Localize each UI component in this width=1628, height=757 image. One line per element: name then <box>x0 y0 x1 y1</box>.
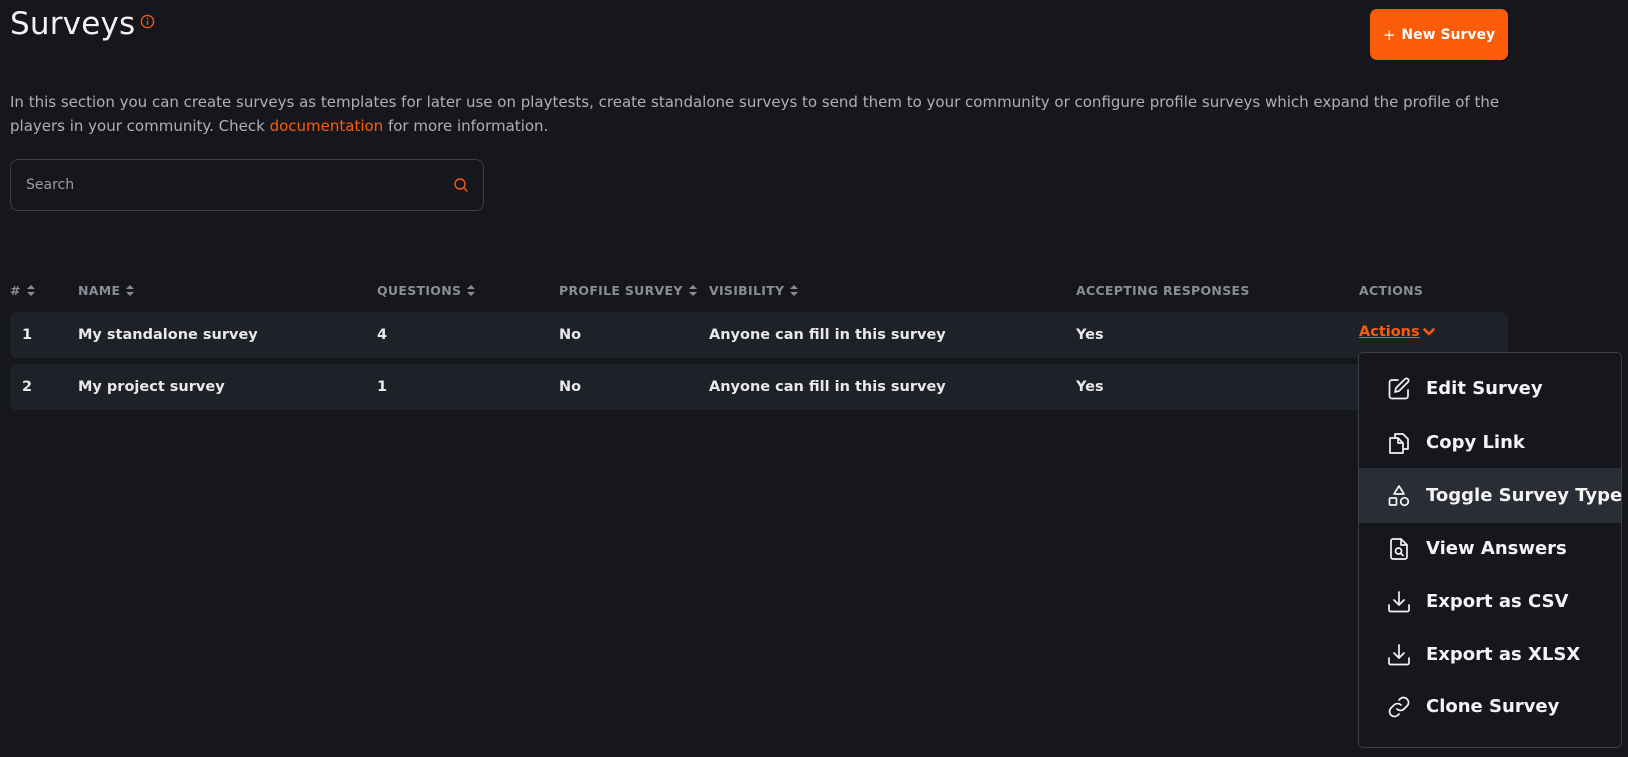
column-header-label: ACCEPTING RESPONSES <box>1076 283 1250 298</box>
sort-icon <box>790 285 799 296</box>
column-header-label: # <box>10 283 21 298</box>
column-header-label: ACTIONS <box>1359 283 1424 298</box>
menu-item-label: Toggle Survey Type <box>1426 485 1623 506</box>
download-icon <box>1388 590 1410 612</box>
menu-item-toggle-survey-type[interactable]: Toggle Survey Type <box>1359 468 1623 523</box>
column-header-label: PROFILE SURVEY <box>559 283 683 298</box>
accepting-responses-value: Yes <box>1076 327 1104 343</box>
menu-item-copy-link[interactable]: Copy Link <box>1359 415 1621 470</box>
menu-item-edit-survey[interactable]: Edit Survey <box>1359 361 1621 416</box>
profile-survey-value: No <box>559 327 582 343</box>
column-header-accepting-responses: ACCEPTING RESPONSES <box>1076 283 1250 298</box>
search-box <box>10 159 484 211</box>
column-header-name[interactable]: NAME <box>78 283 135 298</box>
sort-icon <box>688 285 697 296</box>
menu-item-label: Clone Survey <box>1426 696 1560 717</box>
survey-name[interactable]: My standalone survey <box>78 312 258 358</box>
accepting-responses-value: Yes <box>1076 379 1104 395</box>
sort-icon <box>467 285 476 296</box>
menu-item-label: Copy Link <box>1426 432 1525 453</box>
search-input[interactable] <box>11 160 431 210</box>
search-icon[interactable] <box>453 177 469 193</box>
column-header-visibility[interactable]: VISIBILITY <box>709 283 799 298</box>
menu-item-label: Export as XLSX <box>1426 644 1581 665</box>
info-icon[interactable] <box>140 14 155 29</box>
page-title: Surveys <box>10 6 136 42</box>
file-search-icon <box>1390 537 1408 560</box>
row-number: 1 <box>22 327 33 343</box>
column-header-label: QUESTIONS <box>377 283 462 298</box>
menu-item-export-csv[interactable]: Export as CSV <box>1359 574 1621 629</box>
sort-icon <box>126 285 135 296</box>
menu-item-label: View Answers <box>1426 538 1567 559</box>
section-description: In this section you can create surveys a… <box>10 90 1510 138</box>
column-header-actions: ACTIONS <box>1359 283 1423 298</box>
plus-icon: + <box>1382 25 1396 44</box>
table-row[interactable]: 1 My standalone survey 4 No Anyone can f… <box>10 312 1508 358</box>
column-header-label: NAME <box>78 283 121 298</box>
menu-item-view-answers[interactable]: View Answers <box>1359 521 1621 576</box>
copy-icon <box>1389 432 1409 454</box>
row-number: 2 <box>22 379 33 395</box>
actions-menu: Edit Survey Copy Link Toggle Survey Type <box>1358 352 1622 748</box>
table-row[interactable]: 2 My project survey 1 No Anyone can fill… <box>10 364 1508 410</box>
actions-label: Actions <box>1359 324 1420 340</box>
column-header-questions[interactable]: QUESTIONS <box>377 283 476 298</box>
download-icon <box>1388 643 1410 665</box>
question-count: 4 <box>377 327 388 343</box>
sort-icon <box>26 285 35 296</box>
description-text-end: for more information. <box>383 117 549 135</box>
visibility-value: Anyone can fill in this survey <box>709 327 946 343</box>
new-survey-label: New Survey <box>1401 26 1496 43</box>
menu-item-label: Edit Survey <box>1426 378 1543 399</box>
menu-item-clone-survey[interactable]: Clone Survey <box>1359 679 1621 734</box>
menu-item-export-xlsx[interactable]: Export as XLSX <box>1359 627 1621 682</box>
description-text: In this section you can create surveys a… <box>10 93 1500 135</box>
new-survey-button[interactable]: + New Survey <box>1370 9 1508 60</box>
link-icon <box>1388 696 1410 717</box>
chevron-down-icon <box>1422 328 1435 336</box>
menu-item-label: Export as CSV <box>1426 591 1569 612</box>
column-header-label: VISIBILITY <box>709 283 785 298</box>
shapes-icon <box>1388 484 1410 506</box>
documentation-link[interactable]: documentation <box>270 117 384 135</box>
column-header-number[interactable]: # <box>10 283 35 298</box>
visibility-value: Anyone can fill in this survey <box>709 379 946 395</box>
column-header-profile-survey[interactable]: PROFILE SURVEY <box>559 283 697 298</box>
surveys-page: Surveys + New Survey In this section you… <box>0 0 1628 757</box>
survey-name[interactable]: My project survey <box>78 364 225 410</box>
edit-icon <box>1388 377 1410 399</box>
actions-dropdown-toggle[interactable]: Actions <box>1359 324 1435 340</box>
question-count: 1 <box>377 379 388 395</box>
profile-survey-value: No <box>559 379 582 395</box>
